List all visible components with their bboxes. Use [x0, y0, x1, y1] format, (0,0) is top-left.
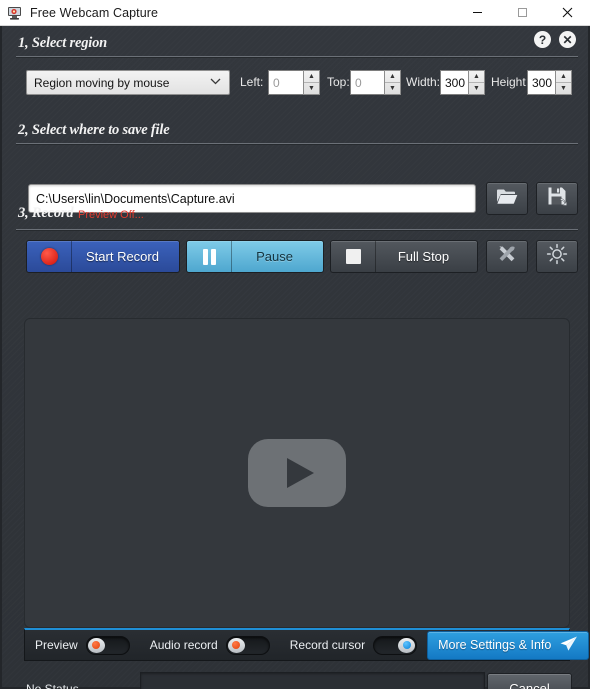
top-stepper[interactable]: ▲ ▼	[384, 70, 401, 95]
tools-icon	[497, 244, 517, 269]
width-stepper-down[interactable]: ▼	[469, 83, 484, 94]
record-cursor-toggle-group[interactable]: Record cursor	[280, 630, 427, 660]
minimize-button[interactable]	[455, 0, 500, 26]
preview-toggle-label: Preview	[35, 638, 78, 652]
webcam-icon	[7, 5, 23, 21]
close-icon[interactable]: ✕	[559, 31, 576, 48]
chevron-down-icon	[210, 78, 221, 88]
save-as-button[interactable]	[536, 182, 578, 215]
preview-toggle-switch[interactable]	[85, 635, 130, 655]
save-as-icon	[547, 186, 568, 211]
height-label: Height	[491, 75, 526, 89]
height-stepper-up[interactable]: ▲	[556, 71, 571, 83]
left-label: Left:	[240, 75, 264, 89]
top-label: Top:	[327, 75, 350, 89]
left-stepper-up[interactable]: ▲	[304, 71, 319, 83]
pause-button[interactable]: Pause	[186, 240, 324, 273]
pause-icon	[187, 241, 232, 272]
divider-record	[16, 229, 578, 230]
stop-icon	[331, 241, 376, 272]
audio-record-toggle-group[interactable]: Audio record	[140, 630, 280, 660]
title-bar: Free Webcam Capture	[0, 0, 590, 26]
left-stepper-down[interactable]: ▼	[304, 83, 319, 94]
browse-folder-button[interactable]	[486, 182, 528, 215]
progress-field	[140, 672, 485, 689]
more-settings-label: More Settings & Info	[438, 638, 552, 652]
brightness-icon	[546, 243, 568, 270]
toggle-bar: Preview Audio record Record cursor More …	[24, 628, 590, 661]
help-icon[interactable]: ?	[534, 31, 551, 48]
paper-plane-icon	[559, 635, 578, 655]
full-stop-button[interactable]: Full Stop	[330, 240, 478, 273]
window-controls	[455, 0, 590, 26]
pause-label: Pause	[256, 249, 293, 264]
full-stop-label: Full Stop	[397, 249, 450, 264]
height-stepper-down[interactable]: ▼	[556, 83, 571, 94]
section-heading-record: 3, Record	[18, 205, 74, 221]
width-label: Width:	[406, 75, 441, 89]
region-mode-select[interactable]: Region moving by mouse	[26, 70, 230, 95]
free-webcam-capture-window: Free Webcam Capture ? ✕ 1, Select region…	[0, 0, 590, 689]
main-body: ? ✕ 1, Select region Region moving by mo…	[0, 26, 590, 689]
top-stepper-down[interactable]: ▼	[385, 83, 400, 94]
height-stepper[interactable]: ▲ ▼	[555, 70, 572, 95]
folder-open-icon	[496, 187, 518, 210]
region-controls-row: Region moving by mouse Left: 0 ▲ ▼ Top: …	[2, 70, 590, 96]
status-text: No Status	[26, 682, 79, 689]
play-button-icon[interactable]	[248, 439, 346, 507]
record-dot-icon	[27, 241, 72, 272]
audio-record-toggle-label: Audio record	[149, 638, 218, 652]
region-mode-value: Region moving by mouse	[34, 75, 170, 90]
divider-region	[16, 56, 578, 57]
start-record-label: Start Record	[86, 249, 159, 264]
record-cursor-toggle-switch[interactable]	[373, 635, 418, 655]
header-icon-group: ? ✕	[534, 31, 576, 48]
more-settings-button[interactable]: More Settings & Info	[427, 630, 590, 660]
preview-toggle-group[interactable]: Preview	[25, 630, 140, 660]
maximize-button[interactable]	[500, 0, 545, 26]
start-record-button[interactable]: Start Record	[26, 240, 180, 273]
top-stepper-up[interactable]: ▲	[385, 71, 400, 83]
width-stepper[interactable]: ▲ ▼	[468, 70, 485, 95]
section-heading-region: 1, Select region	[18, 35, 108, 51]
section-heading-save: 2, Select where to save file	[18, 122, 170, 138]
brightness-button[interactable]	[536, 240, 578, 273]
divider-save	[16, 143, 578, 144]
close-button[interactable]	[545, 0, 590, 26]
audio-record-toggle-switch[interactable]	[225, 635, 270, 655]
video-preview-panel[interactable]	[24, 318, 570, 628]
width-stepper-up[interactable]: ▲	[469, 71, 484, 83]
left-stepper[interactable]: ▲ ▼	[303, 70, 320, 95]
cancel-button[interactable]: Cancel	[487, 673, 572, 689]
tools-button[interactable]	[486, 240, 528, 273]
window-title: Free Webcam Capture	[30, 5, 159, 20]
record-cursor-toggle-label: Record cursor	[289, 638, 366, 652]
preview-status-text: Preview Off...	[78, 209, 144, 221]
